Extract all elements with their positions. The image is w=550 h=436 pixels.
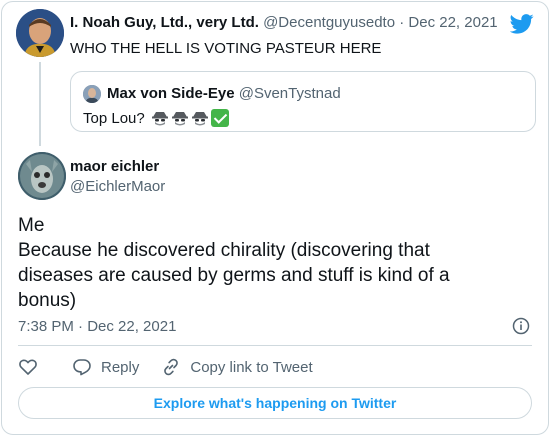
quoted-author-name[interactable]: Max von Side-Eye <box>107 85 235 102</box>
main-author-handle[interactable]: @EichlerMaor <box>70 178 165 195</box>
spy-emoji-icon <box>191 109 209 127</box>
spy-emoji-icon <box>171 109 189 127</box>
heart-icon <box>19 359 37 375</box>
link-icon <box>164 358 179 376</box>
main-tweet-text: Me Because he discovered chirality (disc… <box>18 213 518 313</box>
reply-button[interactable]: Reply <box>72 357 139 377</box>
reply-label: Reply <box>101 358 140 376</box>
main-tweet-line: diseases are caused by germs and stuff i… <box>18 265 450 286</box>
avatar[interactable] <box>16 9 64 57</box>
parent-tweet-header: I. Noah Guy, Ltd., very Ltd. @Decentguyu… <box>70 14 498 31</box>
parent-author-name[interactable]: I. Noah Guy, Ltd., very Ltd. <box>70 14 259 31</box>
quoted-tweet-text: Top Lou? <box>83 109 145 127</box>
main-tweet-line: bonus) <box>18 290 77 311</box>
explore-twitter-button[interactable]: Explore what's happening on Twitter <box>18 387 532 419</box>
main-avatar[interactable] <box>18 152 66 200</box>
quoted-avatar[interactable] <box>83 85 101 103</box>
copy-link-button[interactable]: Copy link to Tweet <box>161 357 313 377</box>
parent-author-handle[interactable]: @Decentguyusedto <box>263 14 395 31</box>
quoted-tweet-header: Max von Side-Eye @SvenTystnad <box>107 85 341 102</box>
tweet-actions-bar: Reply Copy link to Tweet <box>18 356 313 378</box>
tweet-timestamp[interactable]: 7:38 PM · Dec 22, 2021 <box>18 318 176 335</box>
quoted-tweet-body: Top Lou? <box>83 109 229 127</box>
main-tweet-line: Because he discovered chirality (discove… <box>18 240 430 261</box>
main-tweet-line: Me <box>18 215 45 236</box>
like-button[interactable] <box>18 357 38 377</box>
thread-connector-line <box>39 62 41 146</box>
header-separator: · <box>399 14 405 31</box>
quoted-author-handle[interactable]: @SvenTystnad <box>239 85 341 102</box>
divider <box>18 345 532 346</box>
spy-emoji-icon <box>151 109 169 127</box>
parent-tweet-text: WHO THE HELL IS VOTING PASTEUR HERE <box>70 40 382 57</box>
reply-icon <box>73 359 91 376</box>
copy-link-label: Copy link to Tweet <box>190 358 313 376</box>
info-icon[interactable] <box>512 317 530 335</box>
twitter-bird-icon[interactable] <box>510 14 534 34</box>
parent-tweet-date[interactable]: Dec 22, 2021 <box>408 14 497 31</box>
main-author-name[interactable]: maor eichler <box>70 158 159 175</box>
check-mark-emoji-icon <box>210 109 229 127</box>
